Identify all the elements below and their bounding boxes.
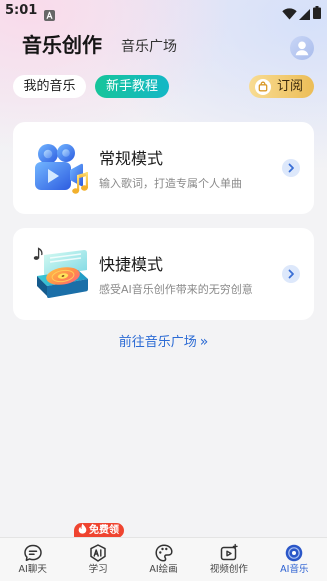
mode-description: 感受AI音乐创作带来的无穷创意 [99, 283, 253, 296]
mode-card-standard[interactable]: 常规模式 输入歌词，打造专属个人单曲 [13, 122, 314, 214]
signal-icon [299, 5, 310, 20]
palette-icon [154, 543, 174, 563]
status-time: 5:01 [5, 3, 38, 18]
chevron-right-icon[interactable] [282, 159, 300, 177]
subscribe-label: 订阅 [277, 79, 304, 94]
wifi-icon [282, 5, 297, 20]
nav-item-video-creation[interactable]: 视频创作 [196, 538, 261, 581]
badge-label: 免费领 [89, 525, 119, 536]
tab-beginner-tutorial[interactable]: 新手教程 [95, 75, 169, 98]
film-camera-music-icon [32, 140, 90, 196]
music-creation-screen: 5:01 音乐创作 音乐广场 我的音乐 新手教程 订阅 常规模式 输入歌词，打造… [0, 0, 327, 581]
battery-icon [313, 4, 321, 19]
nav-item-learning[interactable]: 学习 [65, 538, 130, 581]
mode-card-quick[interactable]: 快捷模式 感受AI音乐创作带来的无穷创意 [13, 228, 314, 320]
mode-title: 常规模式 [99, 149, 164, 168]
double-chevron-right-icon: » [199, 334, 209, 350]
tab-my-music[interactable]: 我的音乐 [13, 75, 86, 98]
nav-item-label: AI聊天 [18, 564, 47, 575]
fire-icon [78, 523, 87, 534]
nav-item-ai-chat[interactable]: AI聊天 [0, 538, 65, 581]
chat-bubble-icon [23, 543, 43, 563]
notification-a-icon [44, 6, 55, 21]
nav-item-label: 学习 [88, 564, 108, 575]
video-create-icon [219, 543, 239, 563]
shopping-bag-icon [255, 78, 271, 95]
ai-learning-icon [88, 543, 108, 563]
chevron-right-icon[interactable] [282, 265, 300, 283]
bottom-nav: AI聊天 学习 AI绘画 视频创作 AI音乐 [0, 537, 327, 581]
free-claim-badge: 免费领 [74, 523, 124, 538]
nav-item-ai-music[interactable]: AI音乐 [262, 538, 327, 581]
mode-description: 输入歌词，打造专属个人单曲 [99, 177, 242, 190]
record-player-icon [32, 246, 90, 302]
header-tab-music-creation[interactable]: 音乐创作 [22, 33, 102, 57]
nav-item-label: AI绘画 [149, 564, 178, 575]
nav-item-label: 视频创作 [209, 564, 248, 575]
nav-item-label: AI音乐 [280, 564, 309, 575]
mode-title: 快捷模式 [99, 255, 164, 274]
user-avatar-icon[interactable] [290, 36, 314, 60]
nav-item-ai-painting[interactable]: AI绘画 [131, 538, 196, 581]
subscribe-button[interactable]: 订阅 [249, 75, 314, 98]
plaza-link-label: 前往音乐广场 [118, 335, 197, 350]
music-disc-icon [284, 543, 304, 563]
header-tab-music-plaza[interactable]: 音乐广场 [121, 38, 177, 56]
go-to-music-plaza-link[interactable]: 前往音乐广场» [0, 333, 327, 352]
